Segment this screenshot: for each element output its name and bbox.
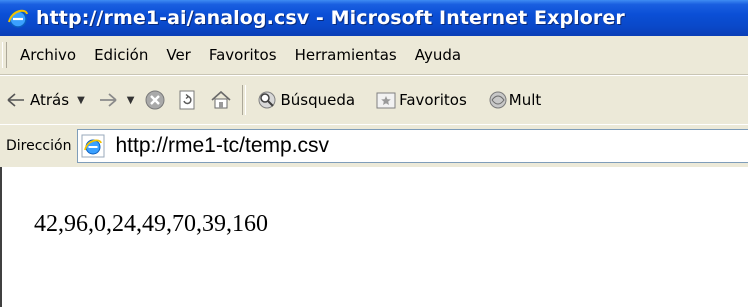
title-bar[interactable]: http://rme1-ai/analog.csv - Microsoft In… bbox=[0, 0, 748, 36]
forward-dropdown-arrow[interactable]: ▼ bbox=[127, 95, 135, 106]
back-label: Atrás bbox=[30, 91, 70, 109]
stop-icon bbox=[144, 89, 166, 111]
forward-button[interactable] bbox=[97, 83, 119, 117]
multimedia-label: Mult bbox=[508, 91, 542, 109]
menu-ver[interactable]: Ver bbox=[157, 46, 200, 64]
ie-page-icon[interactable] bbox=[81, 134, 105, 158]
menu-favoritos[interactable]: Favoritos bbox=[200, 46, 286, 64]
menu-ayuda[interactable]: Ayuda bbox=[406, 46, 470, 64]
menu-bar: Archivo Edición Ver Favoritos Herramient… bbox=[0, 36, 748, 75]
multimedia-button[interactable]: Mult bbox=[487, 83, 542, 117]
browser-window: http://rme1-ai/analog.csv - Microsoft In… bbox=[0, 0, 748, 307]
multimedia-icon bbox=[487, 89, 509, 111]
favorites-button[interactable]: Favoritos bbox=[375, 83, 467, 117]
toolbar-separator bbox=[242, 85, 247, 115]
favorites-icon bbox=[375, 89, 397, 111]
address-url: http://rme1-tc/temp.csv bbox=[115, 134, 330, 157]
menu-edicion[interactable]: Edición bbox=[85, 46, 157, 64]
favorites-label: Favoritos bbox=[399, 91, 467, 109]
page-content: 42,96,0,24,49,70,39,160 bbox=[0, 167, 748, 307]
window-title: http://rme1-ai/analog.csv - Microsoft In… bbox=[36, 7, 625, 29]
search-icon bbox=[256, 89, 278, 111]
home-icon bbox=[210, 89, 232, 111]
address-bar: Dirección http://rme1-tc/temp.csv bbox=[0, 124, 748, 168]
standard-toolbar: Atrás ▼ ▼ Búsqueda Favoritos Mult bbox=[0, 75, 748, 125]
menubar-grip[interactable] bbox=[2, 42, 7, 68]
search-label: Búsqueda bbox=[280, 91, 356, 109]
csv-content: 42,96,0,24,49,70,39,160 bbox=[34, 211, 268, 237]
back-arrow-icon bbox=[6, 89, 26, 111]
ie-logo-icon bbox=[6, 6, 30, 30]
address-label: Dirección bbox=[6, 138, 72, 154]
refresh-button[interactable] bbox=[176, 83, 198, 117]
menu-herramientas[interactable]: Herramientas bbox=[286, 46, 406, 64]
stop-button[interactable] bbox=[144, 83, 166, 117]
menu-archivo[interactable]: Archivo bbox=[11, 46, 85, 64]
refresh-icon bbox=[176, 89, 198, 111]
address-input[interactable]: http://rme1-tc/temp.csv bbox=[77, 129, 748, 163]
back-dropdown-arrow[interactable]: ▼ bbox=[77, 95, 85, 106]
search-button[interactable]: Búsqueda bbox=[256, 83, 355, 117]
home-button[interactable] bbox=[210, 83, 232, 117]
back-button[interactable]: Atrás bbox=[6, 83, 69, 117]
forward-arrow-icon bbox=[97, 89, 119, 111]
